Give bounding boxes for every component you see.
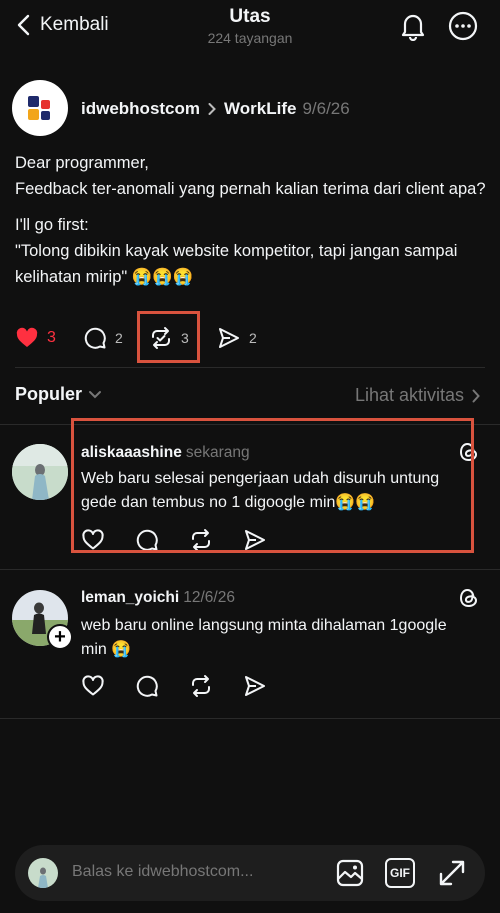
sort-label: Populer — [15, 384, 83, 404]
heart-filled-icon — [16, 327, 38, 347]
post-topic[interactable]: WorkLife — [224, 99, 296, 119]
share-count: 2 — [249, 330, 257, 346]
user-photo-icon — [12, 444, 68, 500]
view-activity-link[interactable]: Lihat aktivitas — [355, 385, 480, 406]
send-icon — [219, 328, 239, 348]
image-icon[interactable] — [335, 858, 365, 888]
top-bar: Kembali Utas 224 tayangan — [0, 0, 500, 56]
post-line: "Tolong dibikin kayak website kompetitor… — [15, 242, 458, 286]
reply-button[interactable]: 2 — [83, 326, 123, 350]
post-line: I'll go first: — [15, 216, 89, 234]
post-body: Dear programmer, Feedback ter-anomali ya… — [15, 150, 490, 290]
repost-check-icon — [152, 327, 170, 349]
chevron-right-icon — [472, 389, 480, 402]
avatar[interactable] — [12, 80, 68, 136]
post-date: 9/6/26 — [302, 99, 350, 118]
post-header: idwebhostcom WorkLife 9/6/26 — [81, 99, 350, 119]
bell-icon[interactable] — [399, 11, 427, 41]
activity-label: Lihat aktivitas — [354, 385, 464, 405]
gif-label: GIF — [390, 866, 410, 880]
post-line: Dear programmer, — [15, 154, 149, 172]
chevron-right-icon — [208, 103, 216, 115]
reply-text: web baru online langsung minta dihalaman… — [81, 617, 447, 658]
highlight-box — [71, 418, 474, 553]
comment-icon — [84, 327, 106, 349]
reply-username-row: leman_yoichi 12/6/26 — [81, 589, 235, 607]
reply-input-placeholder[interactable]: Balas ke idwebhostcom... — [72, 863, 253, 881]
post-line: Feedback ter-anomali yang pernah kalian … — [15, 180, 486, 198]
repost-count: 3 — [181, 330, 189, 346]
divider — [0, 718, 500, 719]
more-icon[interactable] — [448, 11, 478, 41]
avatar[interactable] — [12, 444, 68, 500]
heart-icon[interactable] — [81, 674, 105, 698]
reply-actions — [81, 674, 267, 698]
idwebhost-logo-icon — [28, 96, 50, 120]
gif-button[interactable]: GIF — [385, 858, 415, 888]
threads-icon[interactable] — [458, 587, 480, 609]
send-icon[interactable] — [243, 674, 267, 698]
reply-count: 2 — [115, 330, 123, 346]
divider — [0, 569, 500, 570]
divider — [15, 367, 485, 368]
comment-icon[interactable] — [135, 674, 159, 698]
chevron-down-icon — [89, 390, 102, 398]
post-username[interactable]: idwebhostcom — [81, 99, 200, 119]
avatar — [28, 858, 58, 888]
sort-dropdown[interactable]: Populer — [15, 384, 102, 405]
expand-icon[interactable] — [437, 858, 467, 888]
share-button[interactable]: 2 — [217, 326, 257, 350]
repost-button[interactable]: 3 — [149, 326, 189, 350]
repost-icon[interactable] — [189, 674, 213, 698]
like-count: 3 — [47, 329, 56, 346]
reply-composer[interactable]: Balas ke idwebhostcom... GIF — [15, 845, 485, 901]
follow-plus-button[interactable]: + — [47, 624, 73, 650]
reply-username[interactable]: leman_yoichi — [81, 589, 179, 606]
reply-time: 12/6/26 — [183, 589, 235, 606]
user-photo-icon — [28, 858, 58, 888]
like-button[interactable]: 3 — [15, 326, 56, 350]
